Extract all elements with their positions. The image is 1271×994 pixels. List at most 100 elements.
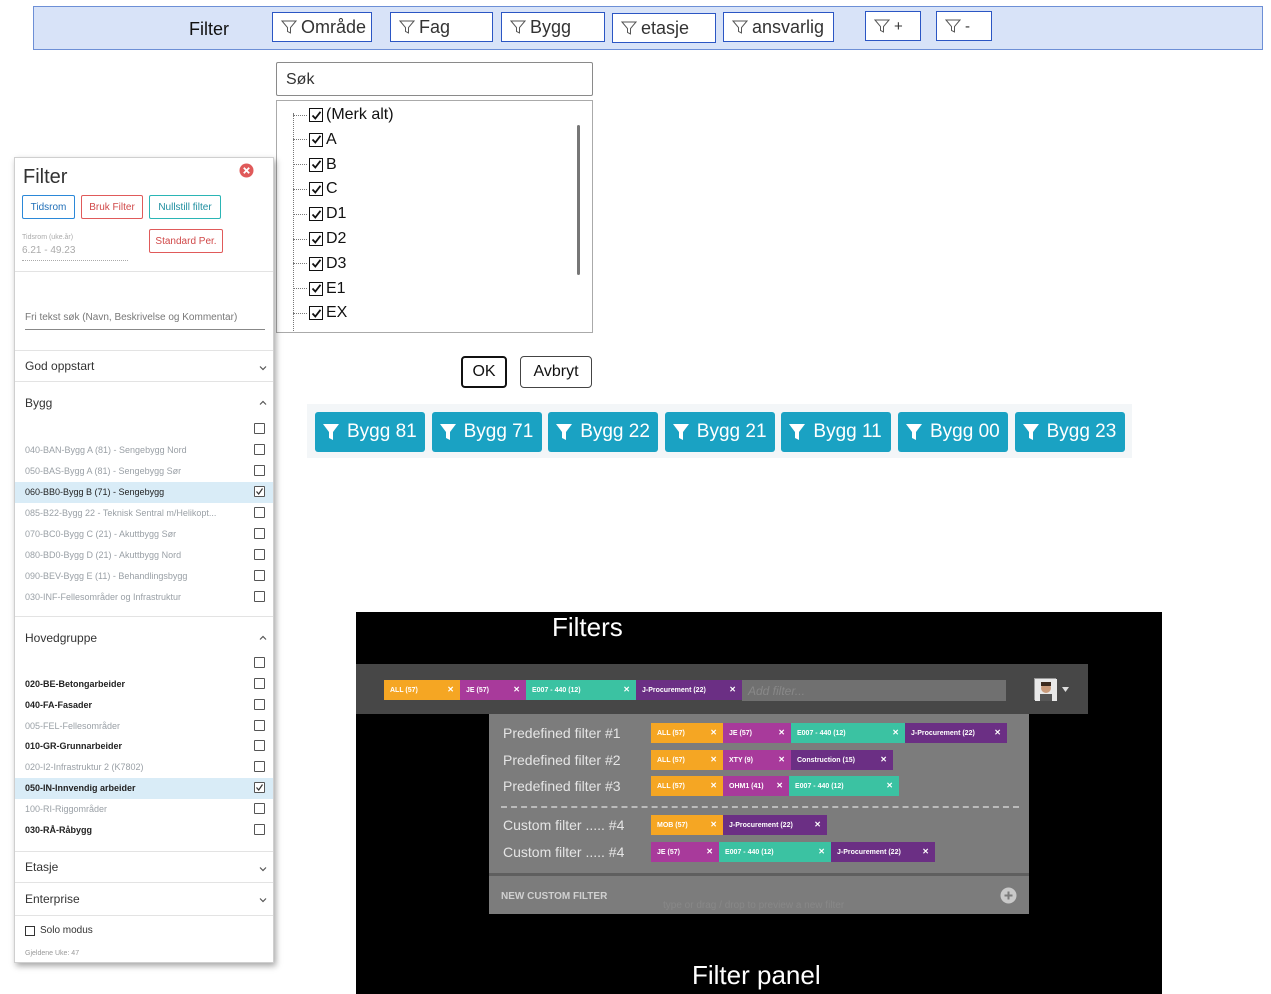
list-item[interactable]: 020-I2-Infrastruktur 2 (K7802): [15, 757, 273, 778]
list-item[interactable]: 070-BC0-Bygg C (21) - Akuttbygg Sør: [15, 524, 273, 545]
section-bygg[interactable]: Bygg: [15, 388, 273, 416]
chevron-down-icon[interactable]: [1062, 687, 1069, 692]
filter-bygg-button[interactable]: Bygg: [501, 12, 605, 42]
checkbox[interactable]: [254, 423, 265, 434]
avatar[interactable]: [1034, 678, 1057, 701]
bygg-filter-chip[interactable]: Bygg 11: [781, 412, 892, 452]
new-custom-filter-label[interactable]: NEW CUSTOM FILTER: [501, 891, 607, 902]
filter-row-label[interactable]: Custom filter ..... #4: [503, 817, 624, 833]
bygg-filter-chip[interactable]: Bygg 00: [898, 412, 1008, 452]
close-icon[interactable]: ✕: [513, 685, 520, 694]
filter-tag[interactable]: Construction (15) ✕: [791, 750, 893, 770]
checkbox[interactable]: [254, 761, 265, 773]
close-icon[interactable]: ✕: [892, 728, 899, 737]
checkbox[interactable]: [309, 132, 323, 147]
add-filter-input[interactable]: Add filter...: [742, 680, 1006, 701]
checkbox[interactable]: [254, 782, 265, 793]
ok-button[interactable]: OK: [461, 356, 507, 388]
filter-omrade-button[interactable]: Område: [272, 12, 372, 42]
checkbox[interactable]: [309, 108, 323, 122]
checkbox[interactable]: [254, 719, 265, 731]
checkbox[interactable]: [254, 698, 265, 710]
list-item[interactable]: A: [293, 129, 337, 151]
filter-fag-button[interactable]: Fag: [390, 12, 493, 42]
list-item[interactable]: D2: [293, 228, 346, 250]
close-icon[interactable]: ✕: [814, 820, 821, 829]
list-item[interactable]: E1: [293, 278, 346, 300]
list-item[interactable]: 050-BAS-Bygg A (81) - Sengebygg Sør: [15, 461, 273, 482]
list-item[interactable]: 010-GR-Grunnarbeider: [15, 736, 273, 757]
list-item[interactable]: 050-IN-Innvendig arbeider: [15, 778, 273, 799]
section-hovedgruppe[interactable]: Hovedgruppe: [15, 623, 273, 651]
filter-tag[interactable]: JE (57) ✕: [723, 723, 791, 743]
checkbox[interactable]: [254, 740, 265, 752]
checkbox[interactable]: [254, 823, 265, 835]
nullstill-filter-button[interactable]: Nullstill filter: [149, 195, 221, 219]
fritekst-search-input[interactable]: Fri tekst søk (Navn, Beskrivelse og Komm…: [25, 312, 265, 330]
checkbox[interactable]: [254, 802, 265, 814]
bygg-select-all[interactable]: [15, 419, 273, 440]
filter-tag[interactable]: XTY (9) ✕: [723, 750, 791, 770]
checkbox[interactable]: [254, 657, 265, 668]
checkbox[interactable]: [309, 182, 323, 197]
checkbox[interactable]: [254, 486, 265, 497]
filter-tag[interactable]: JE (57) ✕: [460, 680, 526, 700]
close-icon[interactable]: ✕: [623, 685, 630, 694]
cancel-button[interactable]: Avbryt: [520, 356, 592, 388]
section-etasje[interactable]: Etasje: [15, 852, 273, 882]
list-item[interactable]: 005-FEL-Fellesområder: [15, 716, 273, 737]
close-icon[interactable]: [239, 163, 254, 178]
checkbox[interactable]: [254, 507, 265, 518]
filter-tag[interactable]: E007 - 440 (12) ✕: [526, 680, 636, 700]
bruk-filter-button[interactable]: Bruk Filter: [81, 195, 143, 219]
solo-modus-toggle[interactable]: Solo modus: [25, 925, 93, 936]
close-icon[interactable]: ✕: [710, 728, 717, 737]
filter-row-label[interactable]: Predefined filter #3: [503, 778, 621, 794]
list-item[interactable]: EX: [293, 302, 347, 324]
filter-tag[interactable]: OHM1 (41) ✕: [723, 776, 789, 796]
list-item[interactable]: D3: [293, 253, 346, 275]
filter-tag[interactable]: MOB (57) ✕: [651, 815, 723, 835]
close-icon[interactable]: ✕: [710, 781, 717, 790]
close-icon[interactable]: ✕: [776, 781, 783, 790]
checkbox[interactable]: [309, 306, 323, 321]
list-item[interactable]: B: [293, 154, 337, 176]
bygg-filter-chip[interactable]: Bygg 21: [664, 412, 775, 452]
filter-tag[interactable]: ALL (57) ✕: [651, 723, 723, 743]
checkbox[interactable]: [254, 570, 265, 581]
filter-tag[interactable]: E007 - 440 (12) ✕: [789, 776, 899, 796]
checkbox[interactable]: [309, 281, 323, 296]
filter-remove-button[interactable]: -: [936, 11, 992, 41]
checkbox[interactable]: [254, 678, 265, 689]
checkbox[interactable]: [309, 207, 323, 222]
close-icon[interactable]: ✕: [778, 755, 785, 764]
filter-tag[interactable]: E007 - 440 (12) ✕: [719, 842, 831, 862]
standard-per-button[interactable]: Standard Per.: [149, 229, 223, 253]
list-item[interactable]: 030-INF-Fellesområder og Infrastruktur: [15, 587, 273, 608]
close-icon[interactable]: ✕: [710, 820, 717, 829]
close-icon[interactable]: ✕: [994, 728, 1001, 737]
bygg-filter-chip[interactable]: Bygg 23: [1014, 412, 1125, 452]
close-icon[interactable]: ✕: [778, 728, 785, 737]
list-item[interactable]: C: [293, 178, 338, 200]
list-scrollbar[interactable]: [577, 125, 580, 275]
checkbox[interactable]: [309, 232, 323, 246]
close-icon[interactable]: ✕: [886, 781, 893, 790]
checkbox[interactable]: [254, 549, 265, 560]
hovedgruppe-select-all[interactable]: [15, 653, 273, 674]
filter-tag[interactable]: ALL (57) ✕: [651, 776, 723, 796]
list-item[interactable]: 020-BE-Betongarbeider: [15, 674, 273, 695]
close-icon[interactable]: ✕: [706, 847, 713, 856]
add-circle-icon[interactable]: [1000, 887, 1017, 904]
list-item[interactable]: 100-RI-Riggområder: [15, 799, 273, 820]
tidsrom-input[interactable]: 6.21 - 49.23: [22, 245, 128, 261]
filter-tag[interactable]: ALL (57) ✕: [384, 680, 460, 700]
filter-row-label[interactable]: Predefined filter #2: [503, 752, 621, 768]
list-item[interactable]: 090-BEV-Bygg E (11) - Behandlingsbygg: [15, 566, 273, 587]
list-item[interactable]: D1: [293, 203, 346, 225]
filter-tag[interactable]: J-Procurement (22) ✕: [723, 815, 827, 835]
search-input[interactable]: Søk: [276, 62, 593, 96]
list-item[interactable]: 060-BB0-Bygg B (71) - Sengebygg: [15, 482, 273, 503]
close-icon[interactable]: ✕: [710, 755, 717, 764]
tidsrom-button[interactable]: Tidsrom: [22, 195, 75, 219]
